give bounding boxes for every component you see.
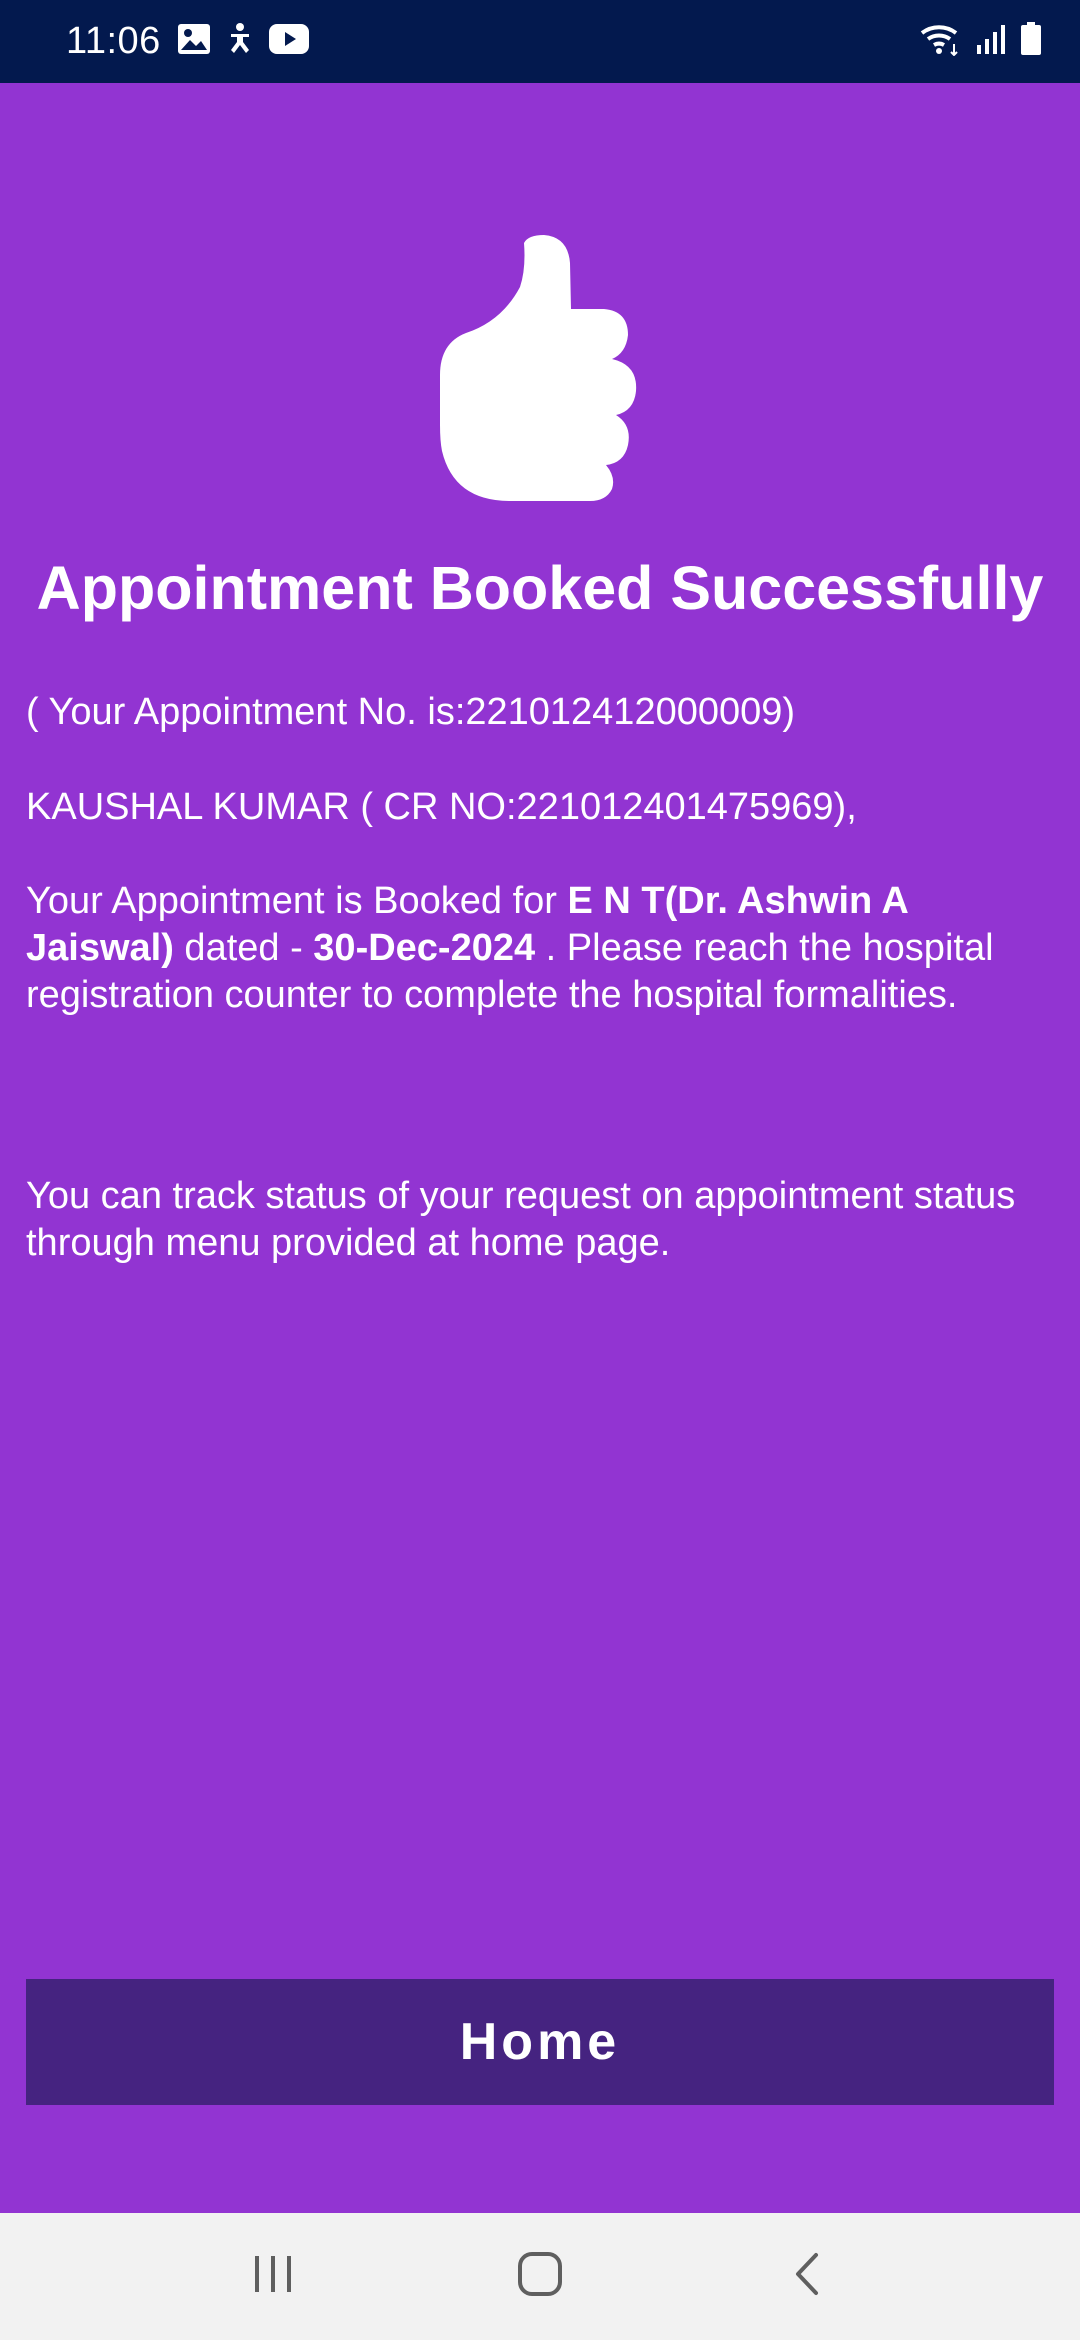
status-time: 11:06 xyxy=(66,20,161,62)
booking-details: Your Appointment is Booked for E N T(Dr.… xyxy=(26,878,1056,1019)
status-bar: 11:06 xyxy=(0,0,1080,83)
wifi-icon xyxy=(920,22,962,61)
signal-icon xyxy=(976,23,1006,60)
recent-apps-icon xyxy=(251,2254,295,2299)
status-left: 11:06 xyxy=(66,20,309,63)
dated-label: dated - xyxy=(173,927,314,969)
back-icon xyxy=(792,2251,822,2302)
gallery-icon xyxy=(177,23,211,60)
back-button[interactable] xyxy=(747,2227,867,2327)
navigation-bar xyxy=(0,2213,1080,2340)
battery-icon xyxy=(1020,22,1042,61)
appointment-number: ( Your Appointment No. is:22101241200000… xyxy=(26,691,796,733)
patient-info: KAUSHAL KUMAR ( CR NO:221012401475969), xyxy=(26,786,857,828)
home-nav-button[interactable] xyxy=(480,2227,600,2327)
notification-icons xyxy=(177,22,309,61)
youtube-icon xyxy=(268,24,309,59)
recent-apps-button[interactable] xyxy=(213,2227,333,2327)
accessibility-icon xyxy=(225,22,255,61)
status-right xyxy=(920,22,1042,61)
appointment-date: 30-Dec-2024 xyxy=(313,927,536,969)
confirmation-screen: Appointment Booked Successfully ( Your A… xyxy=(0,83,1080,2213)
success-title: Appointment Booked Successfully xyxy=(36,554,1044,622)
tracking-note: You can track status of your request on … xyxy=(26,1175,1016,1264)
thumbs-up-container xyxy=(0,235,1080,506)
home-icon xyxy=(517,2251,563,2302)
home-button[interactable]: Home xyxy=(26,1979,1054,2105)
thumbs-up-icon xyxy=(440,235,640,506)
booking-prefix: Your Appointment is Booked for xyxy=(26,880,568,922)
